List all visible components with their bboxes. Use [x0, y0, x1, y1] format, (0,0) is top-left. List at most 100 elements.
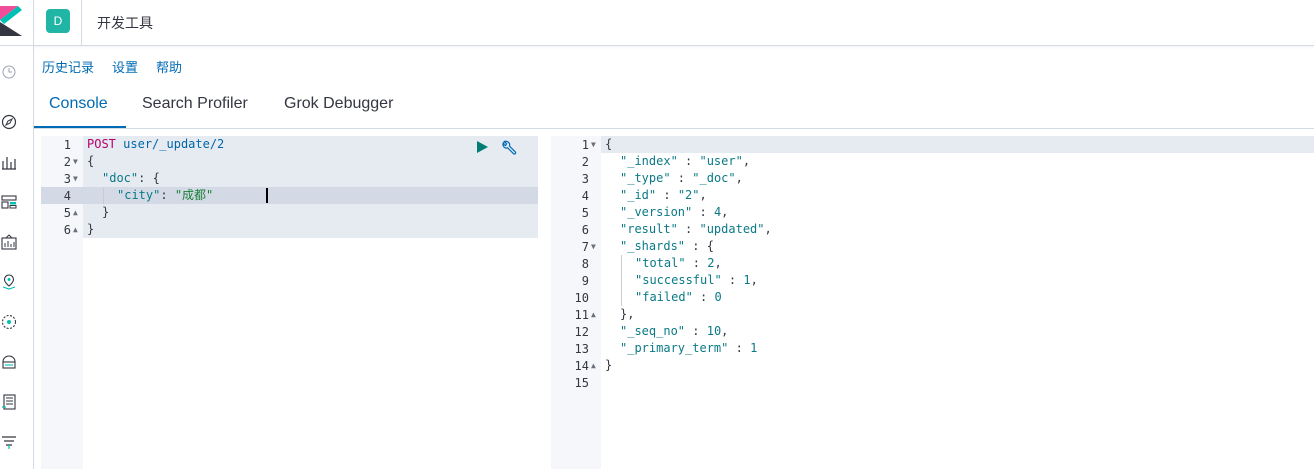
json-key: "total"	[635, 256, 686, 270]
indent-guide	[621, 255, 622, 306]
indent-guide	[103, 187, 104, 204]
tab-console[interactable]: Console	[49, 95, 108, 113]
code-line: }	[605, 357, 612, 374]
line-number: 12	[574, 325, 589, 339]
maps-icon[interactable]	[0, 273, 18, 291]
line-number: 4	[581, 189, 589, 203]
json-key: "_type"	[620, 171, 671, 185]
json-key: "_seq_no"	[620, 324, 686, 338]
code-line: "_seq_no" : 10,	[620, 324, 729, 338]
visualize-chart-icon[interactable]	[0, 153, 18, 171]
ml-icon[interactable]	[0, 313, 18, 331]
brace: }	[87, 222, 95, 236]
code-line: "city": "成都"	[117, 187, 213, 204]
fold-up-icon[interactable]: ▲	[73, 225, 78, 234]
line-number: 3	[581, 172, 589, 186]
line-number: 8	[581, 257, 589, 271]
brace: }	[605, 358, 613, 372]
fold-down-icon[interactable]: ▼	[73, 174, 78, 183]
code-line: {	[87, 153, 94, 170]
fold-up-icon[interactable]: ▲	[591, 310, 596, 319]
json-value: 2	[707, 256, 715, 270]
header-divider	[81, 0, 82, 46]
line-number: 9	[581, 274, 589, 288]
code-line: "_type" : "_doc",	[620, 171, 743, 185]
code-line: "result" : "updated",	[620, 222, 772, 236]
json-key: "failed"	[635, 290, 693, 304]
discover-compass-icon[interactable]	[0, 113, 18, 131]
line-number: 1	[581, 138, 589, 152]
line-number: 15	[574, 376, 589, 390]
fold-down-icon[interactable]: ▼	[591, 140, 596, 149]
code-line: "_id" : "2",	[620, 188, 707, 202]
json-value: 10	[706, 324, 722, 338]
json-key: "_id"	[620, 188, 657, 202]
request-path: user/_update/2	[123, 137, 225, 151]
text-cursor	[266, 188, 268, 203]
json-value: 1	[750, 341, 758, 355]
json-key: "_version"	[620, 205, 693, 219]
json-key: "_primary_term"	[620, 341, 729, 355]
menu-help-link[interactable]: 帮助	[156, 57, 182, 76]
tab-search-profiler[interactable]: Search Profiler	[142, 95, 248, 113]
json-key: "city"	[117, 188, 161, 202]
punctuation: : {	[138, 171, 160, 185]
apm-icon[interactable]	[0, 433, 18, 451]
code-line: "failed" : 0	[635, 290, 722, 304]
recent-clock-icon[interactable]	[0, 63, 18, 81]
json-value: "成都"	[174, 188, 214, 202]
request-code-area[interactable]: POST user/_update/2 { "doc": { "city": "…	[83, 136, 538, 469]
line-number: 1	[63, 138, 71, 152]
code-line: "_shards" : {	[620, 238, 714, 255]
punctuation: : {	[685, 239, 714, 253]
json-value: "updated"	[699, 222, 765, 236]
active-line-highlight	[601, 136, 1314, 153]
menu-settings-link[interactable]: 设置	[112, 57, 138, 76]
dashboard-icon[interactable]	[0, 193, 18, 211]
line-number: 4	[63, 189, 71, 203]
devtools-tabs: Console Search Profiler Grok Debugger	[34, 84, 1314, 129]
code-line: }	[102, 204, 109, 221]
fold-down-icon[interactable]: ▼	[73, 157, 78, 166]
wrench-icon[interactable]	[500, 139, 518, 157]
request-editor[interactable]: 1 2 ▼ 3 ▼ 4 5 ▲ 6 ▲ POST user/_update/2 …	[41, 136, 538, 469]
response-code-area[interactable]: { "_index" : "user", "_type" : "_doc", "…	[601, 136, 1314, 469]
request-actions	[474, 139, 524, 157]
line-number: 5	[63, 206, 71, 220]
play-icon[interactable]	[474, 139, 490, 155]
top-header: D 开发工具	[0, 0, 1314, 46]
tab-grok-debugger[interactable]: Grok Debugger	[284, 95, 393, 113]
fold-up-icon[interactable]: ▲	[73, 208, 78, 217]
code-line: "_version" : 4,	[620, 205, 729, 219]
line-number: 6	[63, 223, 71, 237]
code-line: "_primary_term" : 1	[620, 341, 758, 355]
code-line: "successful" : 1,	[635, 273, 758, 287]
elastic-logo-icon[interactable]	[0, 6, 22, 36]
line-number: 7	[581, 240, 589, 254]
canvas-icon[interactable]	[0, 233, 18, 251]
line-number: 11	[574, 308, 589, 322]
json-value: 0	[714, 290, 722, 304]
line-number: 2	[581, 155, 589, 169]
devtools-menu: 历史记录 设置 帮助	[42, 57, 200, 76]
left-nav	[0, 46, 34, 469]
line-number: 13	[574, 342, 589, 356]
brace: }	[102, 205, 110, 219]
code-line: {	[605, 136, 612, 153]
json-key: "doc"	[102, 171, 139, 185]
space-avatar[interactable]: D	[46, 9, 70, 33]
code-line: },	[620, 306, 634, 323]
fold-down-icon[interactable]: ▼	[591, 242, 596, 251]
menu-history-link[interactable]: 历史记录	[42, 57, 94, 76]
fold-up-icon[interactable]: ▲	[591, 361, 596, 370]
infrastructure-icon[interactable]	[0, 353, 18, 371]
line-number: 3	[63, 172, 71, 186]
logs-icon[interactable]	[0, 393, 18, 411]
response-viewer[interactable]: 1 ▼ 2 3 4 5 6 7 ▼ 8 9 10 11 ▲ 12 13 14 ▲…	[551, 136, 1314, 469]
http-method: POST	[87, 137, 116, 151]
code-line: }	[87, 221, 94, 238]
json-value: "user"	[699, 154, 743, 168]
json-value: "_doc"	[692, 171, 736, 185]
punctuation: :	[160, 188, 175, 202]
request-gutter: 1 2 ▼ 3 ▼ 4 5 ▲ 6 ▲	[41, 136, 83, 469]
